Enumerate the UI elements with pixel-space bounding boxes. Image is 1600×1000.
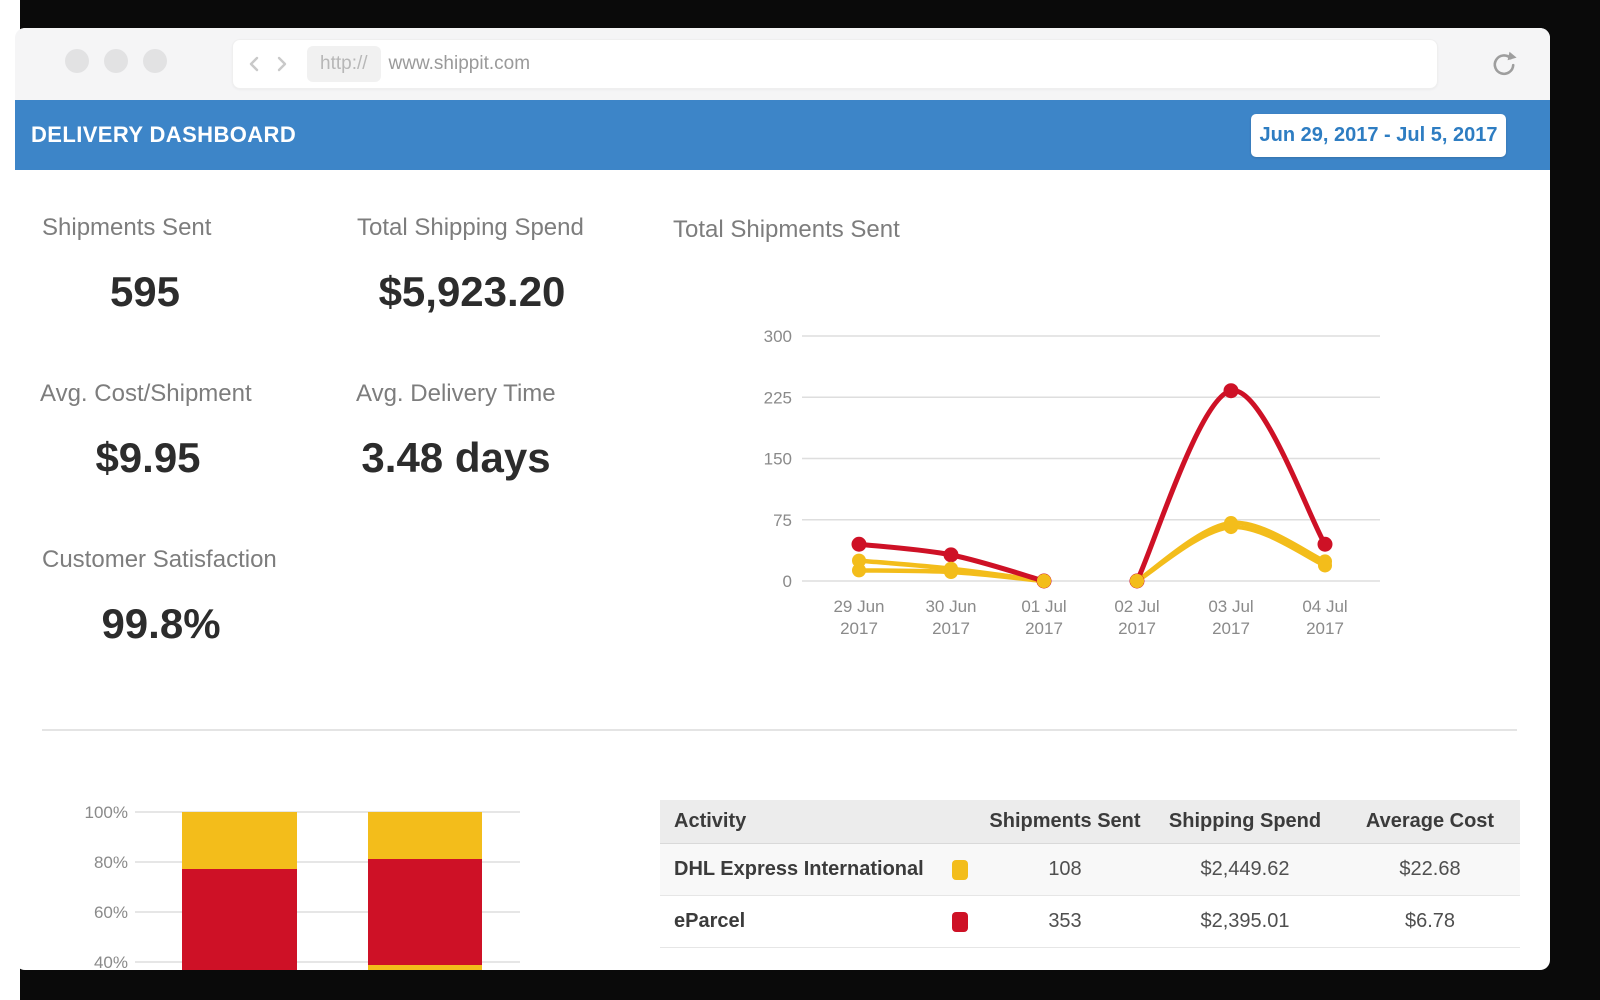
svg-text:225: 225 xyxy=(764,388,792,407)
svg-text:02 Jul2017: 02 Jul2017 xyxy=(1114,597,1159,638)
refresh-button[interactable] xyxy=(1486,46,1522,82)
metric-avg-delivery-time: Avg. Delivery Time 3.48 days xyxy=(356,380,556,482)
svg-text:80%: 80% xyxy=(94,853,128,872)
metric-label: Shipments Sent xyxy=(42,214,248,242)
svg-text:29 Jun2017: 29 Jun2017 xyxy=(833,597,884,638)
table-header-row: Activity Shipments Sent Shipping Spend A… xyxy=(660,800,1520,844)
metric-value: $9.95 xyxy=(40,434,256,482)
browser-chrome-bar: http:// www.shippit.com xyxy=(15,28,1550,100)
metric-label: Customer Satisfaction xyxy=(42,546,280,574)
url-text: www.shippit.com xyxy=(389,53,531,75)
back-button chevron-left-icon[interactable] xyxy=(247,55,263,73)
table-row-dhl-express-international: DHL Express International 108 $2,449.62 … xyxy=(660,844,1520,896)
metric-total-shipping-spend: Total Shipping Spend $5,923.20 xyxy=(357,214,587,316)
browser-window: http:// www.shippit.com DELIVERY DASHBOA… xyxy=(15,28,1550,970)
metric-value: 3.48 days xyxy=(356,434,556,482)
average-cost-value: $22.68 xyxy=(1340,858,1520,881)
activity-table: Activity Shipments Sent Shipping Spend A… xyxy=(660,800,1520,948)
date-range-button[interactable]: Jun 29, 2017 - Jul 5, 2017 xyxy=(1251,114,1506,157)
carrier-percentage-stacked-bar-chart: 100% 80% 60% 40% xyxy=(80,796,560,970)
series-color-swatch xyxy=(952,912,968,932)
svg-text:150: 150 xyxy=(764,450,792,469)
svg-text:75: 75 xyxy=(773,511,792,530)
forward-button chevron-right-icon[interactable] xyxy=(273,55,289,73)
table-row-eparcel: eParcel 353 $2,395.01 $6.78 xyxy=(660,896,1520,948)
metric-value: $5,923.20 xyxy=(357,268,587,316)
shipping-spend-value: $2,449.62 xyxy=(1150,858,1340,881)
column-header-average-cost: Average Cost xyxy=(1340,810,1520,833)
refresh-icon xyxy=(1489,49,1519,79)
metric-shipments-sent: Shipments Sent 595 xyxy=(42,214,248,316)
metric-customer-satisfaction: Customer Satisfaction 99.8% xyxy=(42,546,280,648)
svg-text:0: 0 xyxy=(783,572,792,591)
window-control-dot xyxy=(143,49,167,73)
activity-name: DHL Express International xyxy=(660,858,940,881)
shipments-sent-value: 108 xyxy=(980,858,1150,881)
column-header-activity: Activity xyxy=(660,810,940,833)
metric-value: 595 xyxy=(42,268,248,316)
total-shipments-line-chart: 0 75 150 225 300 29 Jun2017 30 Jun2017 01 Jul20… xyxy=(740,325,1400,655)
shipping-spend-value: $2,395.01 xyxy=(1150,910,1340,933)
metric-value: 99.8% xyxy=(42,600,280,648)
svg-text:30 Jun2017: 30 Jun2017 xyxy=(925,597,976,638)
screenshot-stage: http:// www.shippit.com DELIVERY DASHBOA… xyxy=(0,0,1600,1000)
column-header-shipments-sent: Shipments Sent xyxy=(980,810,1150,833)
shipments-sent-value: 353 xyxy=(980,910,1150,933)
url-bar[interactable]: http:// www.shippit.com xyxy=(232,39,1438,89)
section-divider xyxy=(42,729,1517,731)
column-header-shipping-spend: Shipping Spend xyxy=(1150,810,1340,833)
svg-text:100%: 100% xyxy=(85,803,128,822)
svg-text:01 Jul2017: 01 Jul2017 xyxy=(1021,597,1066,638)
metric-label: Avg. Cost/Shipment xyxy=(40,380,256,408)
metric-label: Avg. Delivery Time xyxy=(356,380,556,408)
svg-text:03 Jul2017: 03 Jul2017 xyxy=(1208,597,1253,638)
activity-name: eParcel xyxy=(660,910,940,933)
metric-avg-cost-per-shipment: Avg. Cost/Shipment $9.95 xyxy=(40,380,256,482)
svg-text:04 Jul2017: 04 Jul2017 xyxy=(1302,597,1347,638)
page-title: DELIVERY DASHBOARD xyxy=(31,122,296,148)
metric-label: Total Shipping Spend xyxy=(357,214,587,242)
svg-text:300: 300 xyxy=(764,327,792,346)
svg-text:40%: 40% xyxy=(94,953,128,970)
average-cost-value: $6.78 xyxy=(1340,910,1520,933)
line-chart-title: Total Shipments Sent xyxy=(673,216,900,244)
window-control-dot xyxy=(104,49,128,73)
window-control-dot xyxy=(65,49,89,73)
svg-text:60%: 60% xyxy=(94,903,128,922)
series-color-swatch xyxy=(952,860,968,880)
dashboard-header-bar: DELIVERY DASHBOARD Jun 29, 2017 - Jul 5,… xyxy=(15,100,1550,170)
url-scheme-chip: http:// xyxy=(307,46,381,82)
